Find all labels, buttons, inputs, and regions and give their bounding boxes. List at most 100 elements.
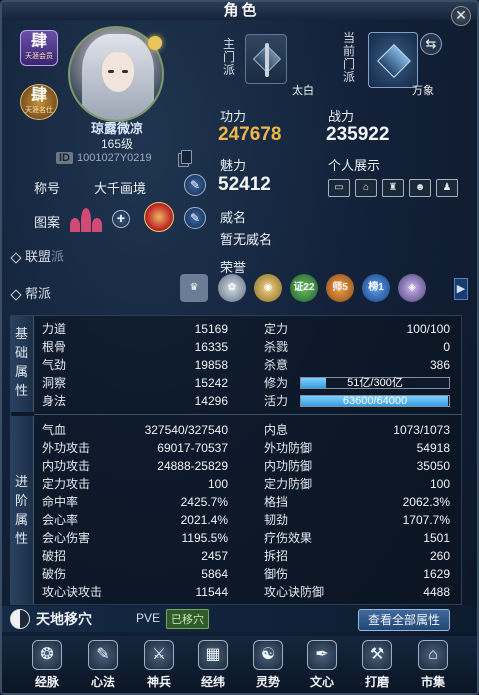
stat-value: 1195.5% — [181, 531, 228, 545]
view-all-attributes-button[interactable]: 查看全部属性 — [358, 609, 450, 631]
id-card-icon[interactable]: ▭ — [328, 179, 350, 197]
stat-value: 15242 — [194, 376, 228, 390]
renown-badge[interactable]: 肆 天涯名仕 — [20, 84, 58, 120]
stat-name: 活力 — [264, 394, 289, 408]
main-sect-emblem[interactable] — [245, 34, 287, 84]
stat-value: 100 — [207, 477, 228, 491]
stat-name: 修为 — [264, 376, 289, 390]
faction-label: 帮派 — [25, 286, 52, 301]
main-sect-name: 太白 — [292, 85, 314, 97]
gongli-value: 247678 — [218, 124, 282, 145]
stat-name: 根骨 — [42, 340, 67, 354]
alliance-label: 联盟 — [25, 249, 52, 264]
faction-row[interactable]: 帮派 — [10, 283, 52, 302]
house-icon[interactable]: ⌂ — [355, 179, 377, 197]
stat-value: 2457 — [201, 549, 228, 563]
nav-item-damo[interactable]: ⚒ 打磨 — [354, 640, 400, 693]
scroll-icon: ✎ — [88, 640, 118, 670]
stat-row: 外功攻击 69017-70537 — [42, 440, 228, 456]
nav-label: 神兵 — [146, 675, 171, 689]
stat-value: 100/100 — [406, 322, 450, 336]
bang-icon[interactable]: 榜1 — [362, 274, 390, 302]
current-sect-emblem[interactable] — [368, 32, 418, 88]
shi-icon[interactable]: 师5 — [326, 274, 354, 302]
spirit-icon: ☯ — [253, 640, 283, 670]
stat-name: 气劲 — [42, 358, 67, 372]
edit-title-button[interactable]: ✎ — [184, 174, 206, 196]
alliance-row[interactable]: 联盟派 — [10, 246, 65, 265]
tiandi-label: 天地移穴 — [36, 611, 92, 627]
diamond-icon — [10, 288, 22, 301]
stat-name: 会心率 — [42, 513, 79, 527]
ring-icon[interactable]: ◉ — [254, 274, 282, 302]
meridian-footer: 天地移穴 PVE 已移穴 查看全部属性 — [2, 606, 477, 632]
stat-row: 洞察 15242 — [42, 375, 228, 391]
xiuwei-row: 修为 51亿/300亿 — [264, 375, 454, 391]
stat-name: 力道 — [42, 322, 67, 336]
stat-row: 身法 14296 — [42, 393, 228, 409]
gem-icon[interactable]: ◈ — [398, 274, 426, 302]
lotus-icon[interactable]: ✿ — [218, 274, 246, 302]
huoli-value: 63600/64000 — [342, 395, 408, 407]
badge-rank: 肆 — [30, 87, 47, 104]
stat-value: 100 — [429, 477, 450, 491]
basic-attributes-label: 基础属性 — [10, 316, 34, 412]
edit-totem-button[interactable]: ✎ — [184, 207, 206, 229]
copy-icon[interactable] — [178, 150, 192, 167]
stat-name: 身法 — [42, 394, 67, 408]
zheng-icon[interactable]: 证22 — [290, 274, 318, 302]
stat-name: 御伤 — [264, 567, 289, 581]
advanced-attributes-label: 进阶属性 — [10, 416, 34, 604]
stat-value: 19858 — [194, 358, 228, 372]
nav-item-xinfa[interactable]: ✎ 心法 — [80, 640, 126, 693]
lotus-totem-icon[interactable] — [70, 204, 102, 232]
petal — [70, 218, 80, 232]
chevron-right-icon[interactable]: ▶ — [454, 278, 468, 300]
membership-badge[interactable]: 肆 天涯会员 — [20, 30, 58, 66]
stat-row: 内息 1073/1073 — [264, 422, 450, 438]
stat-row: 内功防御 35050 — [264, 458, 450, 474]
market-icon: ⌂ — [418, 640, 448, 670]
nav-item-shenbing[interactable]: ⚔ 神兵 — [136, 640, 182, 693]
stat-name: 破招 — [42, 549, 67, 563]
showcase-icons: ▭ ⌂ ♜ ☻ ♟ — [328, 177, 463, 197]
stat-row: 内功攻击 24888-25829 — [42, 458, 228, 474]
diamond-icon — [10, 251, 22, 264]
stat-name: 疗伤效果 — [264, 531, 313, 545]
close-button[interactable]: ✕ — [451, 6, 471, 26]
stat-name: 攻心诀攻击 — [42, 585, 103, 599]
figure-icon[interactable]: ♟ — [436, 179, 458, 197]
avatar-eye — [122, 70, 128, 73]
nav-label: 打磨 — [364, 675, 389, 689]
nav-item-jingwei[interactable]: ▦ 经纬 — [190, 640, 236, 693]
stat-name: 破伤 — [42, 567, 67, 581]
swap-sect-button[interactable]: ⇆ — [420, 33, 442, 55]
zhanli-label: 战力 — [328, 109, 355, 124]
nav-item-shiji[interactable]: ⌂ 市集 — [410, 640, 456, 693]
add-totem-button[interactable]: + — [112, 210, 130, 228]
stat-row: 外功防御 54918 — [264, 440, 450, 456]
stat-row: 根骨 16335 — [42, 339, 228, 355]
castle-icon[interactable]: ♜ — [382, 179, 404, 197]
huoli-bar: 63600/64000 — [300, 395, 450, 407]
nav-item-wenxin[interactable]: ✒ 文心 — [299, 640, 345, 693]
nav-item-lingshi[interactable]: ☯ 灵势 — [245, 640, 291, 693]
stat-name: 定力攻击 — [42, 477, 91, 491]
moved-status-badge: 已移穴 — [166, 609, 209, 629]
nav-item-jingmai[interactable]: ❂ 经脉 — [24, 640, 70, 693]
alliance-value: 派 — [51, 249, 65, 264]
stat-name: 格挡 — [264, 495, 289, 509]
stat-name: 内功攻击 — [42, 459, 91, 473]
crown-icon[interactable]: ♛ — [180, 274, 208, 302]
stat-name: 外功防御 — [264, 441, 313, 455]
weiming-value: 暂无威名 — [220, 232, 273, 247]
stat-value: 260 — [429, 549, 450, 563]
stat-name: 定力防御 — [264, 477, 313, 491]
stat-name: 会心伤害 — [42, 531, 91, 545]
stat-row: 定力攻击 100 — [42, 476, 228, 492]
stat-value: 1629 — [423, 567, 450, 581]
flame-totem-icon[interactable] — [144, 202, 174, 232]
section-divider — [34, 414, 462, 415]
mask-icon[interactable]: ☻ — [409, 179, 431, 197]
stat-value: 2425.7% — [180, 495, 228, 509]
